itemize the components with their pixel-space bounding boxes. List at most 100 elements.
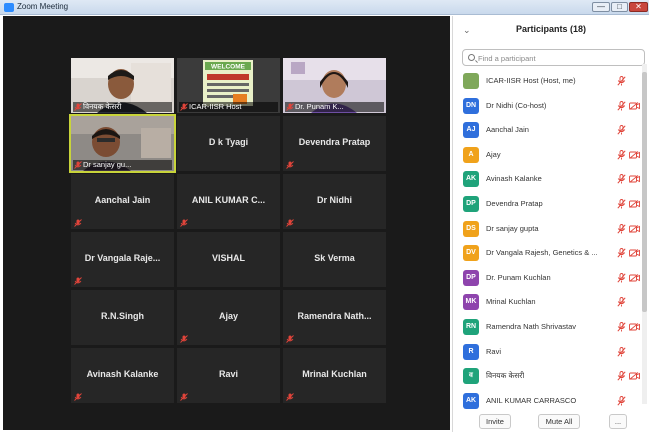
invite-button[interactable]: Invite (479, 414, 511, 429)
avatar: व (463, 368, 479, 385)
mic-muted-icon[interactable] (617, 248, 626, 258)
avatar: A (463, 146, 479, 163)
mic-muted-icon (74, 277, 82, 285)
mic-muted-icon[interactable] (617, 346, 626, 357)
gallery-view: विनयक केसरी WELCOME ICAR-IISR Host Dr. P… (3, 16, 450, 430)
tile-name: ICAR-IISR Host (189, 102, 242, 111)
more-options-button[interactable]: ... (609, 414, 627, 429)
avatar: RN (463, 319, 479, 335)
name-tile[interactable]: VISHAL (177, 232, 280, 287)
video-tile-active-speaker[interactable]: Dr sanjay gu... (69, 114, 176, 173)
video-off-icon[interactable] (629, 101, 640, 110)
participant-row[interactable]: DP Dr. Punam Kuchlan (453, 268, 644, 288)
mic-muted-icon[interactable] (617, 272, 626, 283)
avatar: MK (463, 294, 479, 311)
participant-row[interactable]: AK Avinash Kalanke (453, 169, 644, 189)
maximize-button[interactable]: □ (611, 2, 628, 12)
video-off-icon[interactable] (629, 175, 640, 184)
welcome-sign-text: WELCOME (211, 64, 246, 71)
participant-row[interactable]: DP Devendra Pratap (453, 194, 644, 214)
participant-row[interactable]: MK Mrinal Kuchlan (453, 292, 644, 312)
name-tile[interactable]: ANIL KUMAR C... (177, 174, 280, 229)
participant-row[interactable]: DN Dr Nidhi (Co-host) (453, 96, 644, 116)
video-tile[interactable]: Dr. Punam K... (283, 58, 386, 113)
avatar: AK (463, 392, 479, 409)
name-tile[interactable]: R.N.Singh (71, 290, 174, 345)
participant-row[interactable]: RN Ramendra Nath Shrivastav (453, 317, 644, 337)
mic-muted-icon[interactable] (617, 149, 626, 160)
mic-muted-icon[interactable] (617, 223, 626, 234)
avatar (463, 73, 479, 89)
name-tile[interactable]: Avinash Kalanke (71, 348, 174, 403)
name-tile[interactable]: Devendra Pratap (283, 116, 386, 171)
video-off-icon[interactable] (629, 273, 640, 282)
video-off-icon[interactable] (629, 249, 640, 258)
name-tile[interactable]: D k Tyagi (177, 116, 280, 171)
mute-all-button[interactable]: Mute All (538, 414, 580, 429)
mic-muted-icon[interactable] (617, 395, 626, 406)
search-input[interactable] (478, 52, 638, 64)
scrollbar-thumb[interactable] (642, 72, 647, 312)
participant-row[interactable]: A Ajay (453, 145, 644, 165)
tile-name: विनयक केसरी (83, 102, 122, 111)
mic-muted-icon[interactable] (617, 125, 626, 135)
mic-muted-icon[interactable] (617, 297, 626, 307)
mic-muted-icon (74, 103, 82, 111)
mic-muted-icon[interactable] (617, 199, 626, 209)
participant-name: Aanchal Jain (486, 125, 529, 135)
participants-footer: Invite Mute All ... (452, 410, 649, 432)
participant-list-scrollbar[interactable] (642, 64, 647, 404)
participant-row[interactable]: DS Dr sanjay gupta (453, 219, 644, 239)
tile-name: ANIL KUMAR C... (191, 195, 266, 205)
minimize-button[interactable]: — (592, 2, 610, 12)
participant-row[interactable]: व विनयक केसरी (453, 366, 644, 386)
mic-muted-icon[interactable] (617, 76, 626, 86)
video-tile[interactable]: विनयक केसरी (71, 58, 174, 113)
video-off-icon[interactable] (629, 224, 640, 233)
avatar: DP (463, 269, 479, 286)
name-tile[interactable]: Ramendra Nath... (283, 290, 386, 345)
avatar: DS (463, 220, 479, 237)
participant-search[interactable] (462, 49, 645, 66)
video-off-icon[interactable] (629, 150, 640, 159)
participant-row[interactable]: DV Dr Vangala Rajesh, Genetics & ... (453, 243, 644, 263)
name-tile[interactable]: Ravi (177, 348, 280, 403)
tile-name: Dr sanjay gu... (83, 160, 132, 169)
mic-muted-icon[interactable] (617, 371, 626, 381)
video-off-icon[interactable] (629, 372, 640, 381)
video-off-icon[interactable] (629, 200, 640, 208)
participant-name: Ramendra Nath Shrivastav (486, 322, 577, 331)
participant-row[interactable]: ICAR-IISR Host (Host, me) (453, 71, 644, 91)
tile-name: Ramendra Nath... (297, 311, 372, 321)
mic-muted-icon[interactable] (617, 100, 626, 111)
name-tile[interactable]: Mrinal Kuchlan (283, 348, 386, 403)
name-tile[interactable]: Dr Nidhi (283, 174, 386, 229)
participant-row[interactable]: AK ANIL KUMAR CARRASCO (453, 391, 644, 411)
participant-name: Dr sanjay gupta (486, 223, 539, 233)
tile-name: Aanchal Jain (94, 195, 151, 205)
participant-row[interactable]: AJ Aanchal Jain (453, 120, 644, 140)
name-tile[interactable]: Dr Vangala Raje... (71, 232, 174, 287)
tile-name: Sk Verma (314, 253, 355, 263)
close-window-button[interactable]: ✕ (629, 2, 648, 12)
participant-list: ICAR-IISR Host (Host, me) DN Dr Nidhi (Co-… (453, 71, 644, 416)
name-tile[interactable]: Aanchal Jain (71, 174, 174, 229)
name-tile[interactable]: Ajay (177, 290, 280, 345)
video-off-icon[interactable] (629, 323, 640, 331)
participants-panel: ⌄ Participants (18) ICAR-IISR Host (Host… (452, 16, 649, 432)
tile-name: R.N.Singh (101, 311, 144, 321)
mic-muted-icon (180, 103, 188, 111)
participant-name: विनयक केसरी (486, 371, 525, 381)
tile-name: Ajay (218, 311, 238, 321)
mic-muted-icon (180, 393, 188, 401)
mic-muted-icon[interactable] (617, 322, 626, 332)
mic-muted-icon[interactable] (617, 174, 626, 184)
name-tile[interactable]: Sk Verma (283, 232, 386, 287)
tile-name: Mrinal Kuchlan (302, 369, 367, 379)
participant-name: Ajay (486, 149, 501, 159)
participant-name: Ravi (486, 346, 502, 356)
video-tile[interactable]: WELCOME ICAR-IISR Host (177, 58, 280, 113)
window-title: Zoom Meeting (17, 2, 69, 11)
participant-name: Mrinal Kuchlan (486, 297, 536, 307)
participant-row[interactable]: R Ravi (453, 342, 644, 362)
